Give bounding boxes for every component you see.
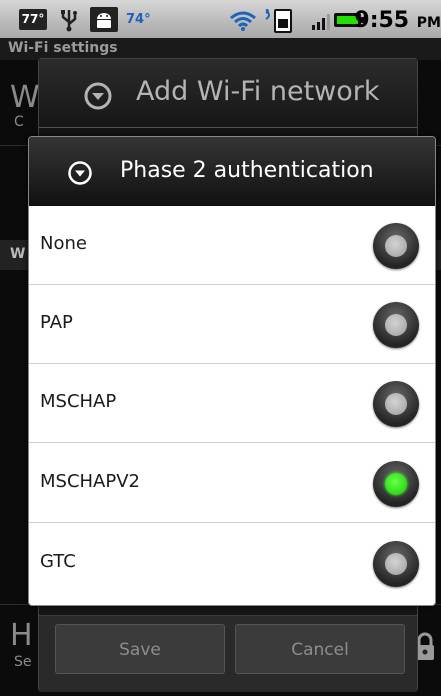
signal-icon xyxy=(312,14,330,30)
sim-icon xyxy=(265,9,292,33)
option-label: None xyxy=(40,233,87,254)
add-wifi-dialog-header: Add Wi-Fi network xyxy=(39,59,417,128)
clock-ampm: PM xyxy=(416,15,441,31)
option-label: PAP xyxy=(40,312,73,333)
bg-row-sub: Se xyxy=(14,654,32,670)
phase2-options-list: None PAP MSCHAP MSCHAPV2 GTC xyxy=(29,206,435,605)
option-none[interactable]: None xyxy=(29,206,435,285)
page-title: Wi-Fi settings xyxy=(8,40,118,56)
bg-row-letter: W xyxy=(10,80,40,115)
option-mschapv2[interactable]: MSCHAPV2 xyxy=(29,444,435,523)
clock: 9:55 PM xyxy=(354,8,441,33)
chevron-down-icon xyxy=(68,161,92,185)
phase2-auth-dialog-header: Phase 2 authentication xyxy=(29,137,435,207)
phase2-auth-dialog-title: Phase 2 authentication xyxy=(120,158,374,183)
section-header-letter: W xyxy=(10,246,26,262)
radio-button[interactable] xyxy=(373,381,419,427)
usb-icon xyxy=(61,10,77,32)
phase2-auth-dialog: Phase 2 authentication None PAP MSCHAP M… xyxy=(28,136,436,606)
radio-button[interactable] xyxy=(373,541,419,587)
wifi-icon xyxy=(230,11,256,31)
option-label: MSCHAP xyxy=(40,391,117,412)
option-pap[interactable]: PAP xyxy=(29,285,435,364)
cancel-button[interactable]: Cancel xyxy=(235,624,405,674)
option-label: MSCHAPV2 xyxy=(40,471,140,492)
bg-row-sub: C xyxy=(14,114,24,130)
radio-button[interactable] xyxy=(373,461,419,507)
clock-time: 9:55 xyxy=(354,8,410,33)
add-wifi-dialog-title: Add Wi-Fi network xyxy=(136,76,380,107)
option-mschap[interactable]: MSCHAP xyxy=(29,364,435,443)
temperature-badge: 77° xyxy=(19,9,47,30)
add-wifi-dialog-buttons: Save Cancel xyxy=(39,615,417,692)
status-bar: 77° 74° 9:55 PM xyxy=(0,0,441,38)
chevron-down-icon xyxy=(84,82,112,110)
android-icon xyxy=(90,7,118,32)
radio-button[interactable] xyxy=(373,302,419,348)
option-label: GTC xyxy=(40,551,76,572)
temperature-text: 74° xyxy=(126,12,151,27)
bg-row-letter: H xyxy=(10,618,33,653)
option-gtc[interactable]: GTC xyxy=(29,524,435,603)
radio-button[interactable] xyxy=(373,223,419,269)
save-button[interactable]: Save xyxy=(55,624,225,674)
